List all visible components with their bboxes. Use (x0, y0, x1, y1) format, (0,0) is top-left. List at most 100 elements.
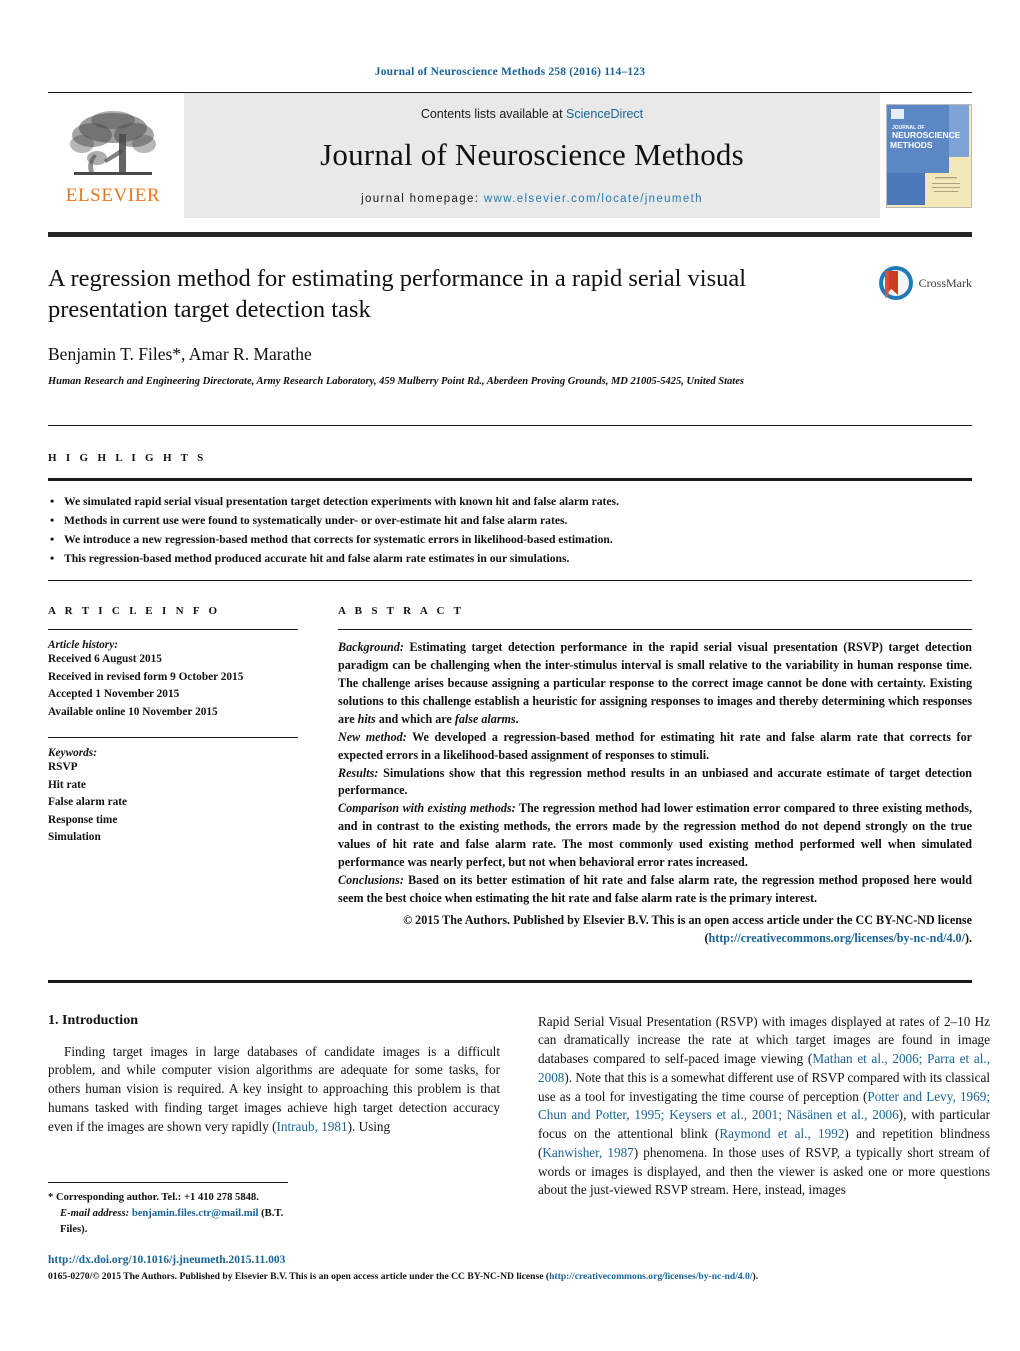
abstract-conclusions-text: Based on its better estimation of hit ra… (338, 872, 972, 905)
abstract-results: Results: Simulations show that this regr… (338, 765, 972, 801)
abstract-results-label: Results: (338, 765, 379, 780)
highlights-bottom-rule (48, 580, 972, 582)
running-head: Journal of Neuroscience Methods 258 (201… (374, 66, 646, 78)
section-title-introduction: 1. Introduction (48, 1012, 138, 1028)
sciencedirect-link[interactable]: ScienceDirect (566, 107, 643, 121)
issn-text: 0165-0270/© 2015 The Authors. Published … (48, 1271, 550, 1283)
abstract-conclusions: Conclusions: Based on its better estimat… (338, 872, 972, 908)
email-link[interactable]: benjamin.files.ctr@mail.mil (132, 1208, 259, 1219)
journal-cover-thumbnail: JOURNAL OF NEUROSCIENCE METHODS (886, 103, 972, 208)
issn-end: ). (752, 1271, 759, 1283)
history-online: Available online 10 November 2015 (48, 705, 218, 718)
highlights-rule (48, 478, 972, 482)
footnote-block: * Corresponding author. Tel.: +1 410 278… (48, 1182, 288, 1238)
abstract-bottom-rule (48, 979, 972, 983)
contents-available-line: Contents lists available at ScienceDirec… (421, 107, 643, 121)
keyword-item: Hit rate (48, 778, 86, 791)
authors-text: Benjamin T. Files*, Amar R. Marathe (48, 343, 312, 364)
elsevier-wordmark: ELSEVIER (65, 185, 161, 206)
cc-license-link[interactable]: http://creativecommons.org/licenses/by-n… (709, 931, 965, 945)
footnote-email-line: E-mail address: benjamin.files.ctr@mail.… (48, 1206, 288, 1238)
elsevier-logo: ELSEVIER (48, 93, 178, 218)
highlights-body: We simulated rapid serial visual present… (48, 492, 972, 569)
page-footer: http://dx.doi.org/10.1016/j.jneumeth.201… (48, 1252, 972, 1285)
intro-left-text-end: ). Using (347, 1118, 391, 1134)
abstract-copyright: © 2015 The Authors. Published by Elsevie… (338, 912, 972, 948)
svg-text:METHODS: METHODS (890, 140, 933, 150)
contents-prefix: Contents lists available at (420, 106, 567, 121)
abstract-comparison: Comparison with existing methods: The re… (338, 800, 972, 872)
journal-homepage-url[interactable]: www.elsevier.com/locate/jneumeth (484, 193, 703, 205)
body-column-right: Rapid Serial Visual Presentation (RSVP) … (538, 1013, 990, 1238)
keywords-label: Keywords: (48, 747, 97, 760)
keyword-item: Response time (48, 813, 118, 826)
cc-license-link-footer[interactable]: http://creativecommons.org/licenses/by-n… (549, 1271, 752, 1282)
abstract-new-method: New method: We developed a regression-ba… (338, 729, 972, 765)
history-accepted: Accepted 1 November 2015 (48, 688, 180, 701)
article-history-block: Article history: Received 6 August 2015 … (48, 629, 298, 721)
highlights-top-rule (48, 425, 972, 426)
list-item: This regression-based method produced ac… (48, 549, 972, 569)
footnote-corresponding-author: * Corresponding author. Tel.: +1 410 278… (48, 1192, 259, 1204)
article-info-column: A R T I C L E I N F O Article history: R… (48, 605, 298, 959)
author-list: Benjamin T. Files*, Amar R. Marathe (48, 344, 972, 365)
intro-left-text: Finding target images in large databases… (48, 1043, 500, 1134)
abstract-comparison-label: Comparison with existing methods: (338, 801, 516, 816)
journal-homepage-line: journal homepage: www.elsevier.com/locat… (361, 193, 703, 205)
intro-paragraph-right: Rapid Serial Visual Presentation (RSVP) … (538, 1013, 990, 1200)
abstract-background-end: . (515, 711, 519, 726)
citation-link[interactable]: Kanwisher, 1987 (542, 1145, 633, 1160)
doi-link[interactable]: http://dx.doi.org/10.1016/j.jneumeth.201… (48, 1252, 972, 1269)
elsevier-tree-icon (70, 111, 156, 175)
list-item: We introduce a new regression-based meth… (48, 530, 972, 550)
journal-masthead: ELSEVIER Contents lists available at Sci… (48, 92, 972, 218)
footnote-email-label: E-mail address: (60, 1208, 130, 1220)
abstract-results-text: Simulations show that this regression me… (338, 765, 972, 798)
intro-paragraph-left: Finding target images in large databases… (48, 1043, 500, 1137)
abstract-new-method-text: We developed a regression-based method f… (338, 729, 972, 762)
body-column-left: 1. Introduction Finding target images in… (48, 1013, 500, 1238)
crossmark-icon (878, 266, 913, 300)
cover-art: JOURNAL OF NEUROSCIENCE METHODS (887, 104, 969, 205)
title-block: A regression method for estimating perfo… (48, 263, 972, 403)
article-history-label: Article history: (48, 639, 118, 652)
page-title: A regression method for estimating perfo… (48, 265, 747, 324)
article-page: Journal of Neuroscience Methods 258 (201… (0, 0, 1020, 1351)
abstract-body: Background: Estimating target detection … (338, 629, 972, 947)
keywords-block: Keywords: RSVP Hit rate False alarm rate… (48, 737, 298, 847)
body-columns: 1. Introduction Finding target images in… (48, 1013, 990, 1238)
svg-text:NEUROSCIENCE: NEUROSCIENCE (892, 130, 961, 140)
abstract-hits-term: hits (357, 711, 376, 726)
masthead-bottom-rule (48, 232, 972, 237)
abstract-column: A B S T R A C T Background: Estimating t… (338, 605, 972, 959)
list-item: Methods in current use were found to sys… (48, 511, 972, 531)
abstract-background-mid: and which are (375, 711, 455, 726)
affiliation: Human Research and Engineering Directora… (48, 375, 744, 387)
masthead-center: Contents lists available at ScienceDirec… (184, 93, 880, 218)
info-abstract-section: A R T I C L E I N F O Article history: R… (48, 605, 972, 959)
abstract-heading: A B S T R A C T (338, 605, 465, 618)
highlights-list: We simulated rapid serial visual present… (48, 492, 972, 569)
highlights-section: H I G H L I G H T S (48, 452, 972, 464)
history-received: Received 6 August 2015 (48, 653, 162, 666)
list-item: We simulated rapid serial visual present… (48, 492, 972, 512)
journal-title: Journal of Neuroscience Methods (320, 136, 744, 172)
homepage-prefix: journal homepage: (361, 192, 484, 205)
article-info-heading: A R T I C L E I N F O (48, 605, 221, 618)
abstract-false-alarms-term: false alarms (454, 711, 516, 726)
crossmark-label: CrossMark (918, 275, 972, 290)
citation-link[interactable]: Raymond et al., 1992 (719, 1126, 844, 1141)
highlights-heading: H I G H L I G H T S (48, 452, 207, 464)
keyword-item: Simulation (48, 831, 101, 844)
crossmark-badge[interactable]: CrossMark (878, 265, 972, 301)
abstract-new-method-label: New method: (338, 729, 407, 744)
abstract-background-label: Background: (338, 640, 404, 655)
abstract-background: Background: Estimating target detection … (338, 639, 972, 728)
abstract-conclusions-label: Conclusions: (338, 872, 404, 887)
copyright-end: ). (964, 930, 972, 945)
citation-link[interactable]: Intraub, 1981 (277, 1119, 348, 1134)
issn-copyright-line: 0165-0270/© 2015 The Authors. Published … (48, 1269, 972, 1284)
keyword-item: False alarm rate (48, 796, 128, 809)
keyword-item: RSVP (48, 761, 78, 774)
history-revised: Received in revised form 9 October 2015 (48, 670, 244, 683)
